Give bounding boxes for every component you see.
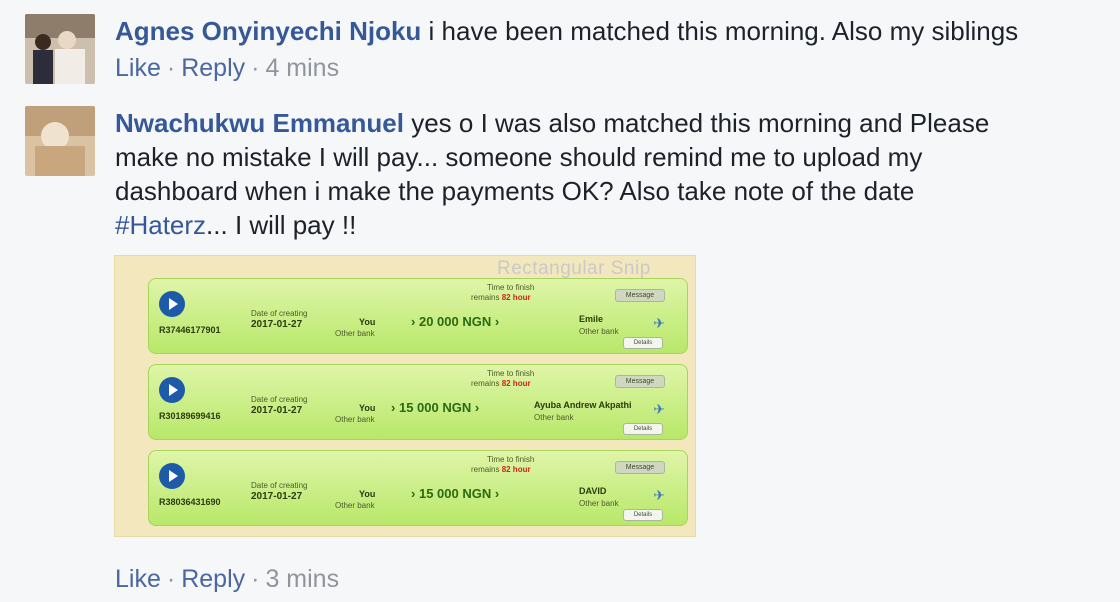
row-recipient: DAVID <box>579 486 607 496</box>
row-you: You <box>359 403 376 413</box>
row-remains: remains 82 hour <box>471 293 531 302</box>
message-button[interactable]: Message <box>615 461 665 474</box>
comment-actions: Like · Reply · 3 mins <box>115 564 339 594</box>
comment-text: Nwachukwu Emmanuel yes o I was also matc… <box>115 106 1075 242</box>
row-amount: › 15 000 NGN › <box>391 400 480 415</box>
reply-button[interactable]: Reply <box>181 54 245 82</box>
payment-row: Date of creating Time to finish remains … <box>148 450 688 526</box>
payment-row: Date of creating Time to finish remains … <box>148 364 688 440</box>
comment-text: Agnes Onyinyechi Njoku i have been match… <box>115 14 1075 48</box>
avatar[interactable] <box>25 14 95 84</box>
row-remains: remains 82 hour <box>471 465 531 474</box>
row-time-to-finish: Time to finish <box>487 283 535 292</box>
row-date: 2017-01-27 <box>251 319 303 330</box>
details-button[interactable]: Details <box>623 337 663 349</box>
row-amount: › 15 000 NGN › <box>411 486 500 501</box>
arrow-icon: › <box>494 486 500 501</box>
comment-time[interactable]: 4 mins <box>265 54 339 82</box>
comment-message-line-1: yes o I was also matched this morning an… <box>411 108 990 138</box>
row-date-label: Date of creating <box>251 481 308 490</box>
row-you: You <box>359 317 376 327</box>
avatar[interactable] <box>25 106 95 176</box>
row-recipient: Ayuba Andrew Akpathi <box>534 400 632 410</box>
row-remains: remains 82 hour <box>471 379 531 388</box>
arrow-icon: › <box>411 314 416 329</box>
order-number: R38036431690 <box>159 497 221 507</box>
order-number: R37446177901 <box>159 325 221 335</box>
row-you: You <box>359 489 376 499</box>
row-date: 2017-01-27 <box>251 405 303 416</box>
row-time-to-finish: Time to finish <box>487 369 535 378</box>
row-date-label: Date of creating <box>251 309 308 318</box>
plane-icon[interactable]: ✈ <box>653 401 665 418</box>
row-time-to-finish: Time to finish <box>487 455 535 464</box>
comment-actions: Like · Reply · 4 mins <box>115 53 1075 83</box>
comment-message-line-2: make no mistake I will pay... someone sh… <box>115 142 923 172</box>
snip-watermark: Rectangular Snip <box>497 258 651 279</box>
row-other-bank: Other bank <box>335 501 375 510</box>
message-button[interactable]: Message <box>615 375 665 388</box>
play-icon[interactable] <box>159 463 185 489</box>
row-recipient-bank: Other bank <box>579 327 619 336</box>
comment-time[interactable]: 3 mins <box>265 565 339 593</box>
row-recipient: Emile <box>579 314 604 324</box>
row-other-bank: Other bank <box>335 415 375 424</box>
arrow-icon: › <box>474 400 480 415</box>
plane-icon[interactable]: ✈ <box>653 315 665 332</box>
separator: · <box>166 565 176 593</box>
row-other-bank: Other bank <box>335 329 375 338</box>
play-icon[interactable] <box>159 291 185 317</box>
arrow-icon: › <box>411 486 416 501</box>
message-button[interactable]: Message <box>615 289 665 302</box>
row-recipient-bank: Other bank <box>534 413 574 422</box>
row-date-label: Date of creating <box>251 395 308 404</box>
comment-message: i have been matched this morning. Also m… <box>428 16 1019 46</box>
hashtag-link[interactable]: #Haterz <box>115 210 206 240</box>
details-button[interactable]: Details <box>623 509 663 521</box>
separator: · <box>166 54 176 82</box>
comment-author[interactable]: Nwachukwu Emmanuel <box>115 108 404 138</box>
attached-screenshot[interactable]: Rectangular Snip Date of creating Time t… <box>114 255 696 537</box>
plane-icon[interactable]: ✈ <box>653 487 665 504</box>
payment-row: Date of creating Time to finish remains … <box>148 278 688 354</box>
like-button[interactable]: Like <box>115 54 161 82</box>
details-button[interactable]: Details <box>623 423 663 435</box>
row-recipient-bank: Other bank <box>579 499 619 508</box>
row-amount: › 20 000 NGN › <box>411 314 500 329</box>
arrow-icon: › <box>494 314 500 329</box>
arrow-icon: › <box>391 400 396 415</box>
comment-message-line-4: ... I will pay !! <box>206 210 357 240</box>
play-icon[interactable] <box>159 377 185 403</box>
order-number: R30189699416 <box>159 411 221 421</box>
comment-message-line-3: dashboard when i make the payments OK? A… <box>115 176 915 206</box>
separator: · <box>251 565 260 593</box>
separator: · <box>251 54 260 82</box>
comment-author[interactable]: Agnes Onyinyechi Njoku <box>115 16 421 46</box>
like-button[interactable]: Like <box>115 565 161 593</box>
row-date: 2017-01-27 <box>251 491 303 502</box>
reply-button[interactable]: Reply <box>181 565 245 593</box>
